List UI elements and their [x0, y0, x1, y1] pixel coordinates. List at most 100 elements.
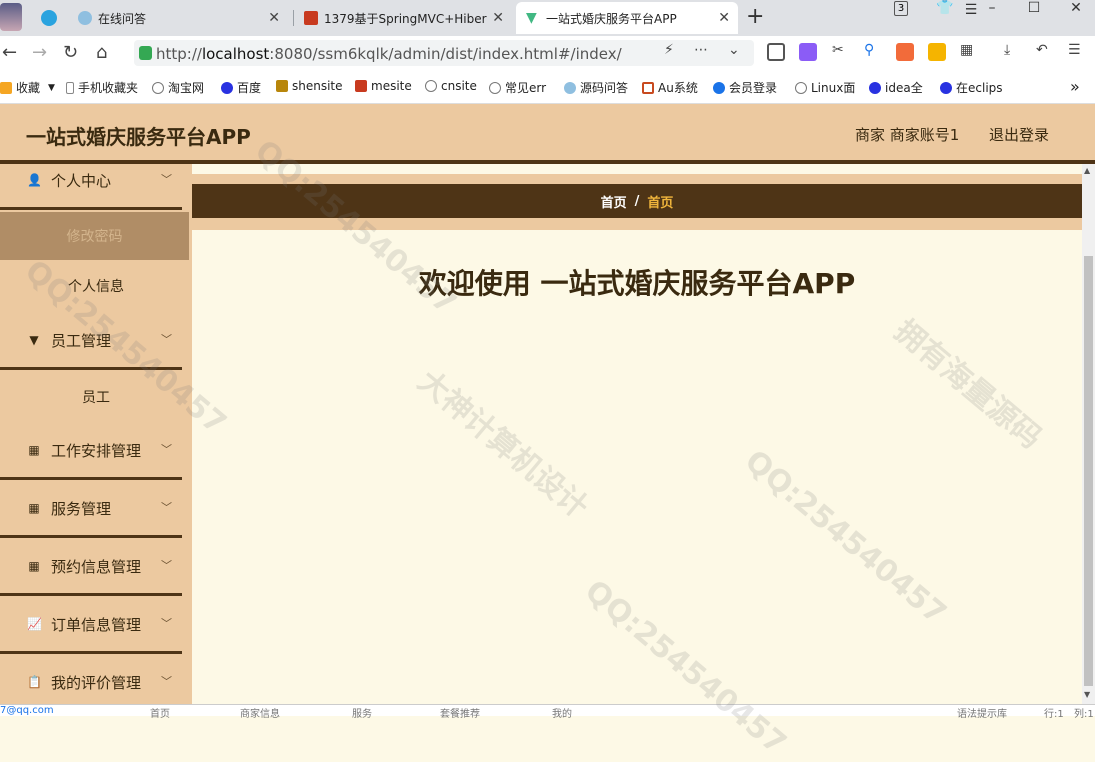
home-icon[interactable]: ⌂ [96, 42, 107, 63]
bookmark-eclipse[interactable]: 在eclips [940, 79, 1003, 96]
new-tab-button[interactable]: + [746, 4, 764, 29]
undo-icon[interactable]: ↶ [1036, 42, 1048, 58]
bookmark-member[interactable]: 会员登录 [713, 79, 777, 96]
address-toolbar: ← → ↻ ⌂ http://localhost:8080/ssm6kqlk/a… [0, 36, 1095, 70]
chevron-down-icon: ﹀ [161, 443, 172, 456]
reader-icon[interactable] [767, 43, 785, 61]
sidebar-item-review-mgmt[interactable]: 📋 我的评价管理 ﹀ [0, 660, 192, 704]
menu-label: 服务管理 [51, 499, 112, 518]
scroll-up-icon[interactable]: ▲ [1084, 166, 1090, 175]
scrollbar-thumb[interactable] [1084, 256, 1093, 686]
translate-icon[interactable] [799, 43, 817, 61]
bookmark-mobile[interactable]: 手机收藏夹 [66, 79, 138, 96]
site-icon [642, 81, 654, 94]
tab-wedding-app[interactable]: ▼ 一站式婚庆服务平台APP ✕ [516, 2, 738, 34]
page-scrollbar[interactable]: ▲ ▼ [1082, 164, 1095, 704]
profile-avatar[interactable] [0, 3, 22, 31]
badge-icon: ▼ [29, 333, 39, 347]
bookmark-baidu[interactable]: 百度 [221, 79, 261, 96]
close-tab-icon[interactable]: ✕ [268, 10, 280, 26]
menu-divider [0, 651, 182, 654]
bookmark-mesite[interactable]: mesite [355, 79, 412, 93]
sidebar-item-personal-center[interactable]: 👤 个人中心 ﹀ [0, 164, 192, 202]
sidebar-item-personal-info[interactable]: 个人信息 [0, 262, 192, 310]
sidebar-item-work-mgmt[interactable]: ▦ 工作安排管理 ﹀ [0, 428, 192, 472]
more-dots-icon[interactable]: ⋯ [694, 42, 708, 58]
browser-menu-icon[interactable]: ☰ [1068, 42, 1081, 58]
browser-tab-bar: 在线问答 ✕ 1379基于SpringMVC+Hiber ✕ ▼ 一站式婚庆服务… [0, 0, 1095, 36]
welcome-heading: 欢迎使用 一站式婚庆服务平台APP [418, 267, 856, 300]
sidebar: 👤 个人中心 ﹀ 修改密码 个人信息 ▼ 员工管理 ﹀ 员工 ▦ 工作安排管理 … [0, 164, 192, 716]
bookmark-taobao[interactable]: 淘宝网 [152, 79, 204, 96]
status-email: 7@qq.com [0, 705, 54, 716]
tab-count-badge[interactable]: 3 [894, 1, 908, 16]
menu-label: 员工 [82, 390, 110, 406]
sidebar-item-booking-mgmt[interactable]: ▦ 预约信息管理 ﹀ [0, 544, 192, 588]
cloud-icon [713, 81, 725, 94]
apps-grid-icon[interactable]: ▦ [960, 42, 973, 58]
bookmark-linux[interactable]: Linux面 [795, 79, 855, 96]
chevron-down-icon: ﹀ [161, 675, 172, 688]
minimize-button[interactable]: – [982, 0, 1002, 20]
menu-label: 工作安排管理 [51, 441, 142, 460]
forward-arrow-icon[interactable]: → [32, 42, 47, 63]
download-icon[interactable]: ⤓ [1004, 42, 1010, 58]
scroll-down-icon[interactable]: ▼ [1084, 690, 1090, 699]
chevron-down-icon: ﹀ [161, 173, 172, 186]
sidebar-item-service-mgmt[interactable]: ▦ 服务管理 ﹀ [0, 486, 192, 530]
status-item: 服务 [352, 709, 372, 720]
telegram-icon[interactable] [41, 10, 57, 26]
phone-icon [66, 81, 74, 94]
menu-label: 个人信息 [68, 279, 124, 295]
more-bookmarks-icon[interactable]: » [1070, 77, 1080, 96]
close-tab-icon[interactable]: ✕ [718, 10, 730, 26]
site-favicon-icon [304, 11, 318, 25]
site-icon [355, 80, 367, 92]
bookmark-favorites[interactable]: 收藏 ▼ [0, 79, 55, 96]
vue-favicon-icon: ▼ [526, 10, 537, 26]
menu-divider [0, 477, 182, 480]
globe-icon [425, 80, 437, 92]
menu-label: 订单信息管理 [51, 615, 142, 634]
status-col: 列:1 [1074, 709, 1094, 720]
tab-label: 一站式婚庆服务平台APP [546, 11, 677, 26]
shirt-icon[interactable]: 👕 [936, 0, 954, 20]
url-input[interactable]: http://localhost:8080/ssm6kqlk/admin/dis… [134, 40, 754, 66]
tab-springmvc[interactable]: 1379基于SpringMVC+Hiber ✕ [300, 2, 512, 34]
scissors-icon[interactable]: ✂ [832, 42, 844, 58]
breadcrumb-home[interactable]: 首页 [601, 192, 627, 211]
star-icon [0, 81, 12, 94]
menu-lines-icon[interactable]: ☰ [962, 2, 980, 22]
logout-button[interactable]: 退出登录 [989, 124, 1049, 145]
bookmark-source-qa[interactable]: 源码问答 [564, 79, 628, 96]
shield-extension-icon[interactable] [928, 43, 946, 61]
bookmarks-bar: 收藏 ▼ 手机收藏夹 淘宝网 百度 shensite mesite cnsite … [0, 70, 1095, 104]
current-user: 商家 商家账号1 [855, 126, 960, 144]
bookmark-cnsite[interactable]: cnsite [425, 79, 477, 93]
bookmark-shensite[interactable]: shensite [276, 79, 343, 93]
sidebar-item-employee-mgmt[interactable]: ▼ 员工管理 ﹀ [0, 318, 192, 362]
reload-icon[interactable]: ↻ [63, 42, 78, 63]
search-icon[interactable]: ⚲ [864, 42, 874, 58]
sidebar-item-employee[interactable]: 员工 [0, 373, 192, 421]
maximize-button[interactable]: ☐ [1024, 0, 1044, 20]
close-tab-icon[interactable]: ✕ [492, 10, 504, 26]
sidebar-item-change-password[interactable]: 修改密码 [0, 212, 189, 260]
close-window-button[interactable]: ✕ [1066, 0, 1086, 20]
sidebar-item-order-mgmt[interactable]: 📈 订单信息管理 ﹀ [0, 602, 192, 646]
globe-icon [795, 81, 807, 94]
back-arrow-icon[interactable]: ← [2, 42, 17, 63]
bookmark-au[interactable]: Au系统 [642, 79, 698, 96]
tab-online-qa[interactable]: 在线问答 ✕ [78, 2, 288, 34]
tab-label: 在线问答 [98, 11, 147, 26]
bookmark-idea[interactable]: idea全 [869, 79, 923, 96]
paw-icon [221, 81, 233, 94]
bookmark-errors[interactable]: 常见err [489, 79, 546, 96]
tab-label: 1379基于SpringMVC+Hiber [324, 11, 487, 26]
lightning-icon[interactable]: ⚡ [664, 42, 674, 58]
clipboard-icon: 📋 [27, 675, 42, 689]
menu-divider [0, 367, 182, 370]
chevron-down-icon[interactable]: ⌄ [728, 42, 740, 58]
grid-icon: ▦ [28, 443, 40, 457]
game-extension-icon[interactable] [896, 43, 914, 61]
